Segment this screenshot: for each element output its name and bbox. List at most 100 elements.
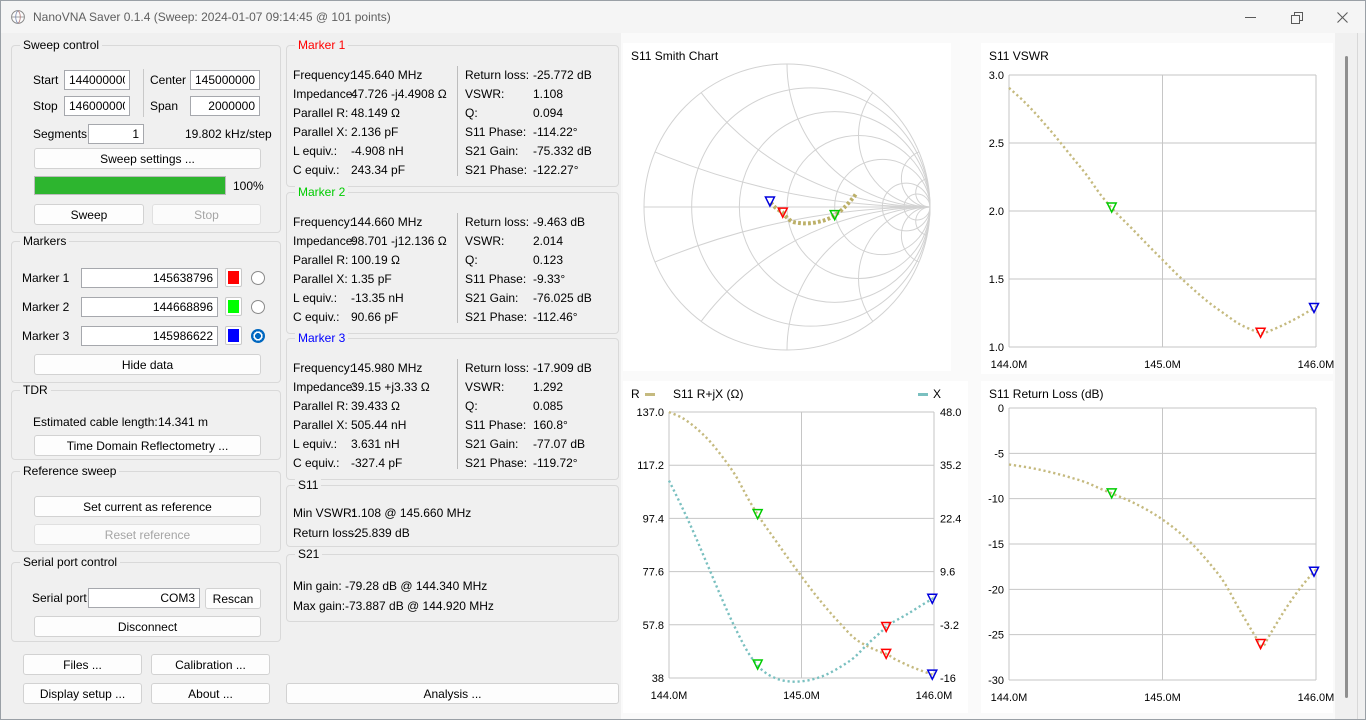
panel-title: S11 xyxy=(295,478,322,492)
info-label: VSWR: xyxy=(465,380,505,394)
stop-button[interactable]: Stop xyxy=(152,204,261,225)
info-value: 1.108 xyxy=(533,87,564,101)
info-label: L equiv.: xyxy=(293,291,338,305)
info-label: L equiv.: xyxy=(293,437,338,451)
marker1-color-button[interactable] xyxy=(225,268,242,287)
serial-port-input[interactable] xyxy=(88,588,200,608)
calibration-button[interactable]: Calibration ... xyxy=(151,654,270,675)
sweep-settings-button[interactable]: Sweep settings ... xyxy=(34,148,261,169)
center-input[interactable] xyxy=(190,70,260,90)
axis-tick-label: 146.0M xyxy=(1298,359,1335,371)
serial-port-label: Serial port xyxy=(32,591,87,605)
info-value: 2.136 pF xyxy=(351,125,399,139)
serial-port-group: Serial port control Serial port Rescan D… xyxy=(11,555,281,642)
info-label: S11 Phase: xyxy=(465,418,527,432)
window-title: NanoVNA Saver 0.1.4 (Sweep: 2024-01-07 0… xyxy=(33,10,391,24)
restore-button[interactable] xyxy=(1273,1,1319,33)
set-reference-button[interactable]: Set current as reference xyxy=(34,496,261,517)
info-value: 90.66 pF xyxy=(351,310,399,324)
info-label: Return loss: xyxy=(465,68,530,82)
group-title: Markers xyxy=(20,234,70,248)
marker3-radio[interactable] xyxy=(251,329,265,343)
close-button[interactable] xyxy=(1319,1,1365,33)
info-label: Parallel R: xyxy=(293,106,349,120)
tdr-group: TDR Estimated cable length: 14.341 m Tim… xyxy=(11,383,281,460)
info-value: 0.123 xyxy=(533,253,564,267)
rjx-chart-panel[interactable]: R S11 R+jX (Ω) X 137.0 48.0 117.2 35.2 97.4 2… xyxy=(623,381,968,713)
axis-tick-label: 117.2 xyxy=(637,460,664,472)
marker1-info-panel: Marker 1 Frequency: 145.640 MHz Impedance:… xyxy=(286,38,619,187)
info-value: 39.433 Ω xyxy=(351,399,401,413)
disconnect-button[interactable]: Disconnect xyxy=(34,616,261,637)
scrollbar-thumb[interactable] xyxy=(1345,56,1348,698)
info-value: -119.72° xyxy=(533,456,578,470)
marker3-color-swatch xyxy=(228,329,239,342)
info-value: -25.772 dB xyxy=(533,68,592,82)
axis-tick-label: 137.0 xyxy=(636,407,664,419)
titlebar[interactable]: NanoVNA Saver 0.1.4 (Sweep: 2024-01-07 0… xyxy=(1,1,1365,33)
rescan-button[interactable]: Rescan xyxy=(205,588,261,609)
axis-tick-label: -30 xyxy=(988,675,1004,687)
info-value: -4.908 nH xyxy=(351,144,404,158)
axis-tick-label: 3.0 xyxy=(989,70,1004,82)
axis-tick-label: 144.0M xyxy=(991,692,1028,704)
info-label: Parallel R: xyxy=(293,253,349,267)
marker1-freq-input[interactable] xyxy=(81,268,218,288)
marker3-color-button[interactable] xyxy=(225,326,242,345)
tdr-button[interactable]: Time Domain Reflectometry ... xyxy=(34,435,261,456)
marker1-radio[interactable] xyxy=(251,271,265,285)
panel-divider xyxy=(457,359,458,469)
marker3-freq-input[interactable] xyxy=(81,326,218,346)
hide-data-button[interactable]: Hide data xyxy=(34,354,261,375)
marker2-radio[interactable] xyxy=(251,300,265,314)
marker2-color-button[interactable] xyxy=(225,297,242,316)
sweep-control-group: Sweep control Start Center Stop Span Seg… xyxy=(11,38,281,233)
info-label: S21 Phase: xyxy=(465,456,528,470)
smith-chart-panel[interactable]: S11 Smith Chart xyxy=(623,43,951,371)
axis-tick-label: 48.0 xyxy=(940,407,961,419)
close-icon xyxy=(1336,11,1348,23)
marker2-freq-input[interactable] xyxy=(81,297,218,317)
files-button[interactable]: Files ... xyxy=(23,654,142,675)
info-label: Q: xyxy=(465,399,478,413)
span-input[interactable] xyxy=(190,96,260,116)
info-value: -25.839 dB xyxy=(351,526,410,540)
segments-input[interactable] xyxy=(88,124,144,144)
info-value: -112.46° xyxy=(533,310,578,324)
axis-tick-label: 38 xyxy=(652,673,664,685)
minimize-button[interactable] xyxy=(1227,1,1273,33)
group-title: Serial port control xyxy=(20,555,121,569)
sweep-button[interactable]: Sweep xyxy=(34,204,144,225)
analysis-button[interactable]: Analysis ... xyxy=(286,683,619,704)
reset-reference-button[interactable]: Reset reference xyxy=(34,524,261,545)
cable-length-label: Estimated cable length: xyxy=(33,415,158,429)
info-label: S21 Gain: xyxy=(465,291,519,305)
axis-tick-label: 57.8 xyxy=(643,620,664,632)
info-value: 0.085 xyxy=(533,399,564,413)
marker2-color-swatch xyxy=(228,300,239,313)
info-label: Return loss: xyxy=(293,526,358,540)
info-label: S11 Phase: xyxy=(465,272,527,286)
vswr-chart-panel[interactable]: S11 VSWR 3.0 2.5 2.0 1.5 1.0 144.0M 145.0M 146.… xyxy=(981,43,1335,374)
return-loss-chart-panel[interactable]: S11 Return Loss (dB) 0 -5 -10 -15 -20 -25 -30 1… xyxy=(981,381,1335,713)
start-input[interactable] xyxy=(64,70,130,90)
info-value: -9.33° xyxy=(533,272,566,286)
axis-tick-label: -20 xyxy=(988,584,1004,596)
stop-label: Stop xyxy=(33,99,58,113)
info-label: Q: xyxy=(465,253,478,267)
start-label: Start xyxy=(33,73,59,87)
column-divider xyxy=(143,69,144,117)
info-value: 100.19 Ω xyxy=(351,253,401,267)
info-label: Impedance: xyxy=(293,87,356,101)
info-value: 145.640 MHz xyxy=(351,68,423,82)
axis-tick-label: 146.0M xyxy=(1298,692,1335,704)
stop-input[interactable] xyxy=(64,96,130,116)
charts-region: S11 Smith Chart S11 VSWR 3.0 2.5 2.0 1.5 1.0… xyxy=(621,33,1335,719)
about-button[interactable]: About ... xyxy=(151,683,270,704)
axis-tick-label: -15 xyxy=(988,539,1004,551)
info-value: -114.22° xyxy=(533,125,578,139)
info-value: 243.34 pF xyxy=(351,163,406,177)
info-value: 47.726 -j4.4908 Ω xyxy=(351,87,447,101)
info-label: Max gain: xyxy=(293,599,346,613)
display-setup-button[interactable]: Display setup ... xyxy=(23,683,142,704)
